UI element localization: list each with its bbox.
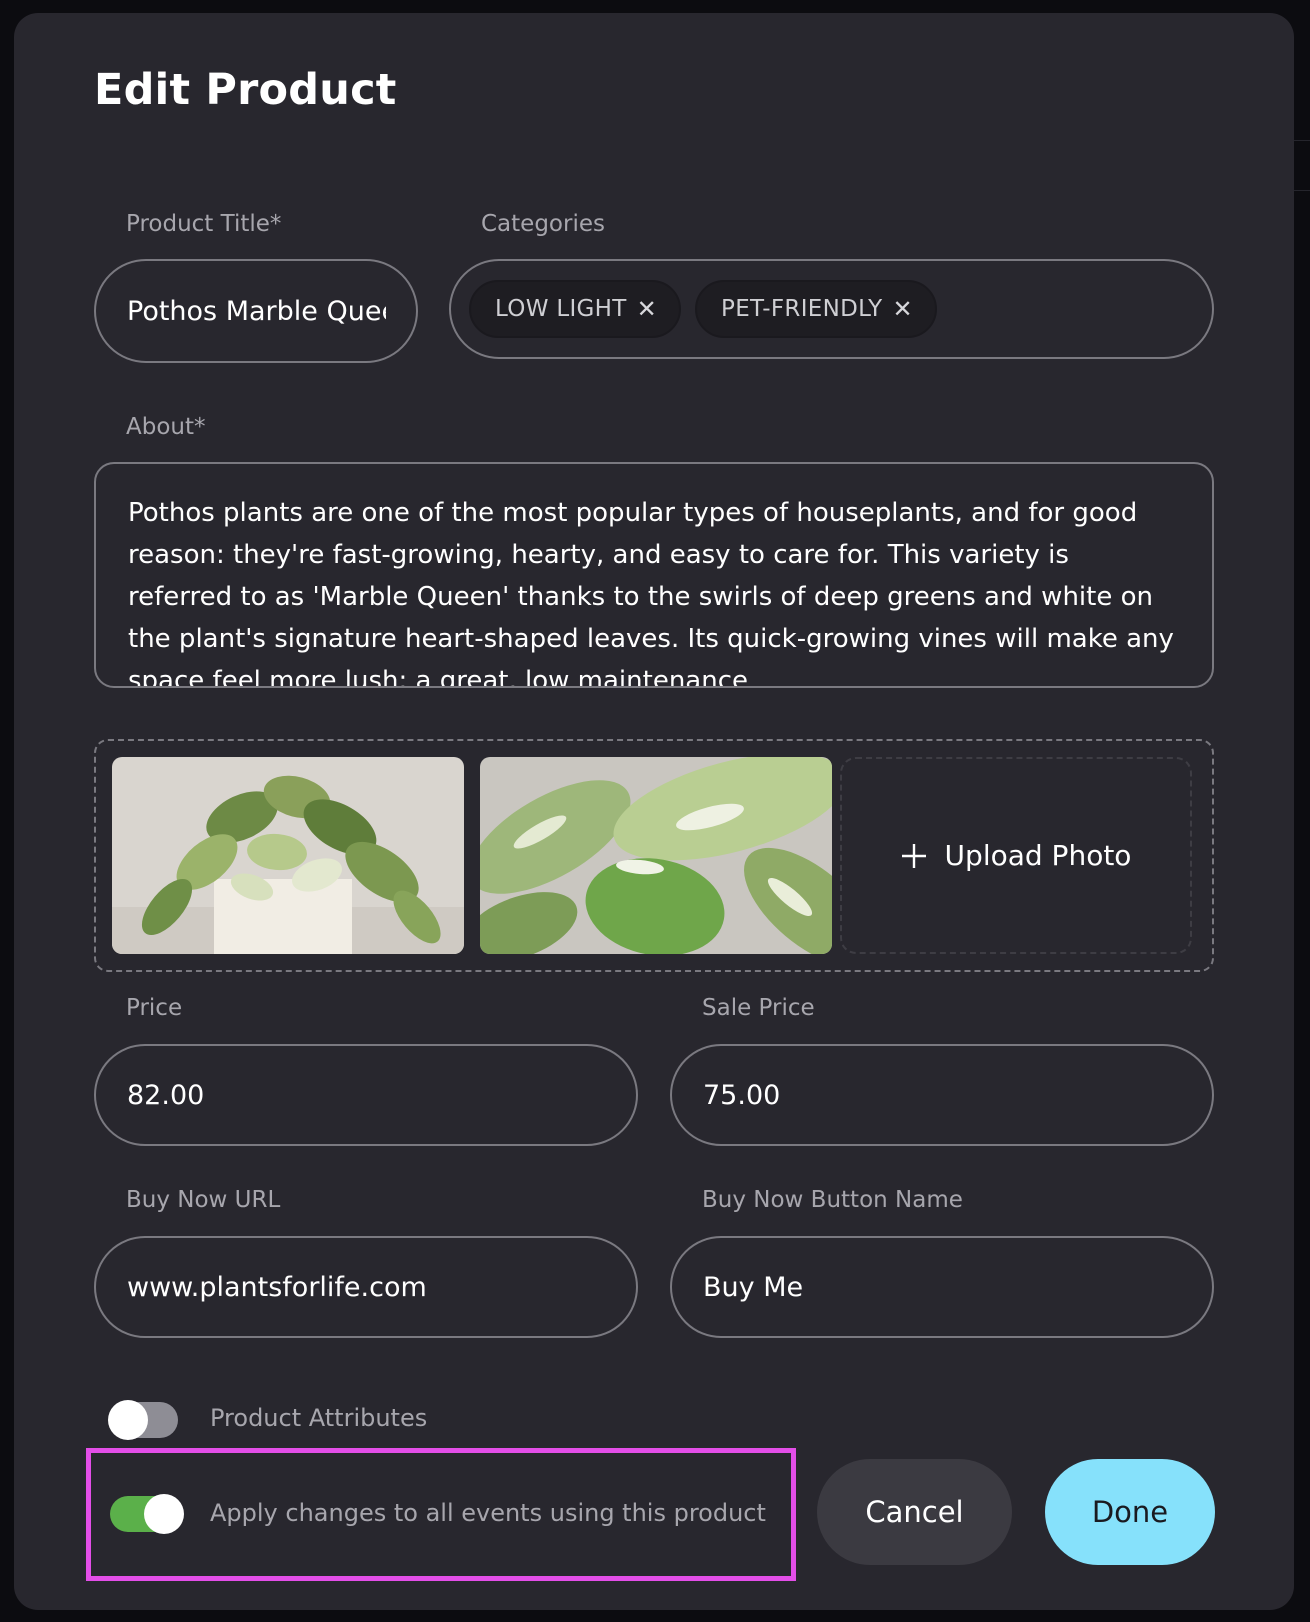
category-chip: LOW LIGHT ✕: [469, 280, 682, 338]
price-label: Price: [126, 995, 183, 1021]
about-textarea[interactable]: Pothos plants are one of the most popula…: [96, 464, 1212, 686]
remove-chip-icon[interactable]: ✕: [893, 295, 913, 323]
product-title-field[interactable]: [94, 259, 418, 363]
buy-now-url-input[interactable]: [127, 1271, 636, 1303]
product-attributes-toggle[interactable]: [108, 1400, 178, 1440]
toggle-knob: [144, 1494, 184, 1534]
price-field[interactable]: [94, 1044, 638, 1146]
product-photo[interactable]: [480, 757, 832, 954]
product-title-input[interactable]: [127, 295, 386, 327]
apply-all-events-label: Apply changes to all events using this p…: [210, 1499, 766, 1527]
buy-now-button-name-label: Buy Now Button Name: [702, 1187, 963, 1213]
toggle-knob: [108, 1400, 148, 1440]
about-label: About*: [126, 414, 206, 440]
upload-photo-button[interactable]: Upload Photo: [840, 757, 1192, 954]
buy-now-button-name-field[interactable]: [670, 1236, 1214, 1338]
apply-all-events-toggle[interactable]: [110, 1494, 184, 1534]
upload-photo-label: Upload Photo: [944, 839, 1132, 872]
photo-dropzone[interactable]: Upload Photo: [94, 739, 1214, 972]
product-photo[interactable]: [112, 757, 464, 954]
buy-now-url-field[interactable]: [94, 1236, 638, 1338]
done-button[interactable]: Done: [1045, 1459, 1215, 1565]
dialog-title: Edit Product: [94, 65, 397, 115]
pothos-leaves-closeup-image: [480, 757, 832, 954]
buy-now-button-name-input[interactable]: [703, 1271, 1212, 1303]
cancel-button[interactable]: Cancel: [817, 1459, 1012, 1565]
sale-price-field[interactable]: [670, 1044, 1214, 1146]
categories-label: Categories: [481, 211, 605, 237]
plus-icon: [901, 843, 927, 869]
buy-now-url-label: Buy Now URL: [126, 1187, 281, 1213]
product-title-label: Product Title*: [126, 211, 282, 237]
about-field[interactable]: Pothos plants are one of the most popula…: [94, 462, 1214, 688]
category-chip-label: LOW LIGHT: [495, 296, 627, 322]
edit-product-dialog: Edit Product Product Title* Categories L…: [14, 13, 1294, 1610]
category-chip-label: PET-FRIENDLY: [721, 296, 883, 322]
price-input[interactable]: [127, 1079, 636, 1111]
remove-chip-icon[interactable]: ✕: [637, 295, 657, 323]
sale-price-input[interactable]: [703, 1079, 1212, 1111]
product-attributes-label: Product Attributes: [210, 1404, 428, 1432]
sale-price-label: Sale Price: [702, 995, 815, 1021]
categories-field[interactable]: LOW LIGHT ✕ PET-FRIENDLY ✕: [449, 259, 1214, 359]
pothos-in-pot-image: [112, 757, 464, 954]
category-chip: PET-FRIENDLY ✕: [695, 280, 937, 338]
